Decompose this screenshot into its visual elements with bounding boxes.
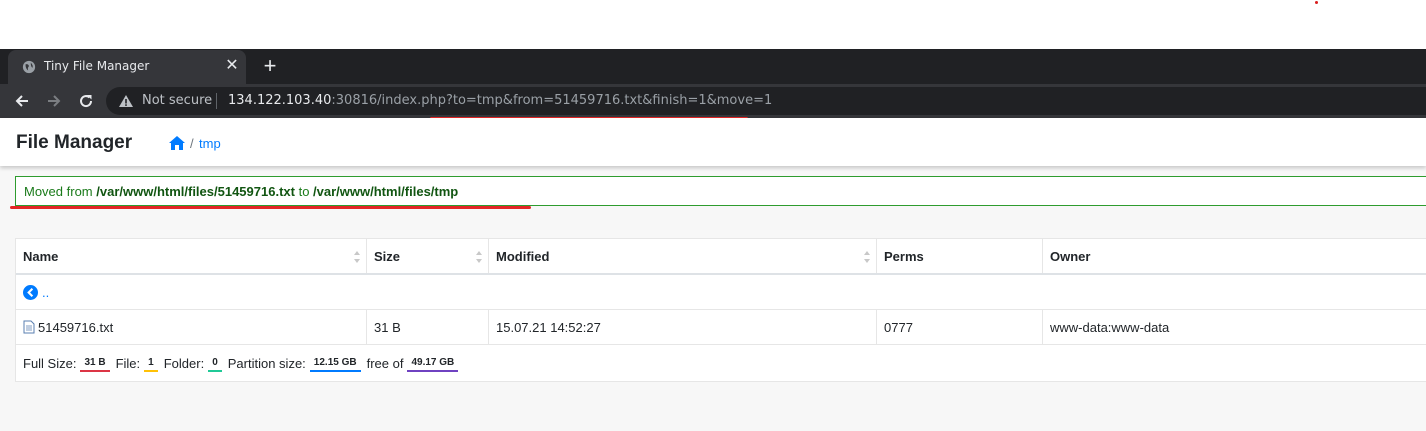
column-header-perms[interactable]: Perms: [876, 239, 1042, 273]
page-title[interactable]: File Manager: [16, 132, 132, 154]
forward-arrow-icon[interactable]: [44, 91, 64, 111]
arrow-circle-left-icon[interactable]: [23, 284, 38, 300]
close-icon[interactable]: ✕: [224, 58, 240, 74]
not-secure-label: Not secure: [142, 93, 213, 108]
home-icon[interactable]: [169, 136, 185, 150]
parent-link[interactable]: ..: [16, 275, 416, 309]
table-header-row: Name Size Modified Perms Owner: [16, 239, 1426, 275]
success-alert: Moved from /var/www/html/files/51459716.…: [15, 176, 1426, 206]
column-header-label: Name: [23, 248, 59, 264]
annotation-dot: [1315, 1, 1318, 4]
alert-middle: to: [294, 184, 314, 199]
file-count-badge: 1: [144, 355, 158, 372]
folder-count-badge: 0: [208, 355, 222, 372]
column-header-label: Modified: [496, 248, 550, 264]
sort-icon[interactable]: [863, 250, 871, 264]
file-perms[interactable]: 0777: [876, 310, 1042, 344]
table-row[interactable]: 51459716.txt 31 B 15.07.21 14:52:27 0777…: [16, 310, 1426, 345]
column-header-name[interactable]: Name: [16, 239, 366, 273]
divider: [216, 93, 217, 109]
text-file-icon: [23, 320, 35, 334]
partition-size-badge: 12.15 GB: [309, 355, 361, 372]
url-path: :30816/index.php?to=tmp&from=51459716.tx…: [331, 93, 773, 108]
alert-annotation-underline: [10, 206, 531, 209]
column-header-size[interactable]: Size: [366, 239, 488, 273]
file-count-label: File:: [115, 355, 141, 371]
full-size-label: Full Size:: [23, 355, 77, 371]
column-header-label: Owner: [1050, 248, 1091, 264]
alert-message: Moved from /var/www/html/files/51459716.…: [24, 184, 458, 199]
file-table: Name Size Modified Perms Owner .. 514597…: [15, 238, 1426, 382]
parent-link-label[interactable]: ..: [42, 285, 49, 300]
globe-icon: [22, 60, 36, 74]
breadcrumb-tmp[interactable]: tmp: [199, 136, 221, 151]
alert-from-path: /var/www/html/files/51459716.txt: [96, 184, 295, 199]
reload-icon[interactable]: [76, 91, 96, 111]
warning-icon[interactable]: [118, 93, 134, 109]
table-footer: Full Size: 31 B File: 1 Folder: 0 Partit…: [16, 345, 1426, 381]
full-size-badge: 31 B: [80, 355, 110, 372]
total-size-badge: 49.17 GB: [407, 355, 459, 372]
new-tab-plus-icon[interactable]: +: [258, 55, 282, 79]
partition-size-label: Partition size:: [227, 355, 306, 371]
back-arrow-icon[interactable]: [12, 91, 32, 111]
app-navbar: File Manager / tmp: [0, 118, 1426, 166]
column-header-label: Size: [374, 248, 401, 264]
breadcrumb-separator: /: [190, 136, 194, 151]
file-modified: 15.07.21 14:52:27: [488, 310, 876, 344]
free-of-label: free of: [366, 355, 404, 371]
column-header-owner[interactable]: Owner: [1042, 239, 1426, 273]
page-top-margin: [0, 0, 1426, 49]
sort-icon[interactable]: [353, 250, 361, 264]
column-header-label: Perms: [884, 248, 924, 264]
folder-count-label: Folder:: [163, 355, 205, 371]
file-owner: www-data:www-data: [1042, 310, 1426, 344]
file-name[interactable]: 51459716.txt: [38, 320, 113, 335]
browser-tab[interactable]: Tiny File Manager ✕: [8, 50, 246, 84]
parent-dir-row[interactable]: ..: [16, 275, 1426, 310]
alert-prefix: Moved from: [24, 184, 97, 199]
alert-to-path: /var/www/html/files/tmp: [313, 184, 459, 199]
footer-stats: Full Size: 31 B File: 1 Folder: 0 Partit…: [16, 345, 916, 381]
address-bar[interactable]: Not secure 134.122.103.40:30816/index.ph…: [106, 87, 1426, 115]
url-text[interactable]: 134.122.103.40:30816/index.php?to=tmp&fr…: [228, 93, 772, 108]
file-name-cell[interactable]: 51459716.txt: [16, 310, 366, 344]
file-size: 31 B: [366, 310, 488, 344]
url-host: 134.122.103.40: [228, 93, 332, 108]
sort-icon[interactable]: [475, 250, 483, 264]
tab-title: Tiny File Manager: [44, 59, 150, 73]
column-header-modified[interactable]: Modified: [488, 239, 876, 273]
